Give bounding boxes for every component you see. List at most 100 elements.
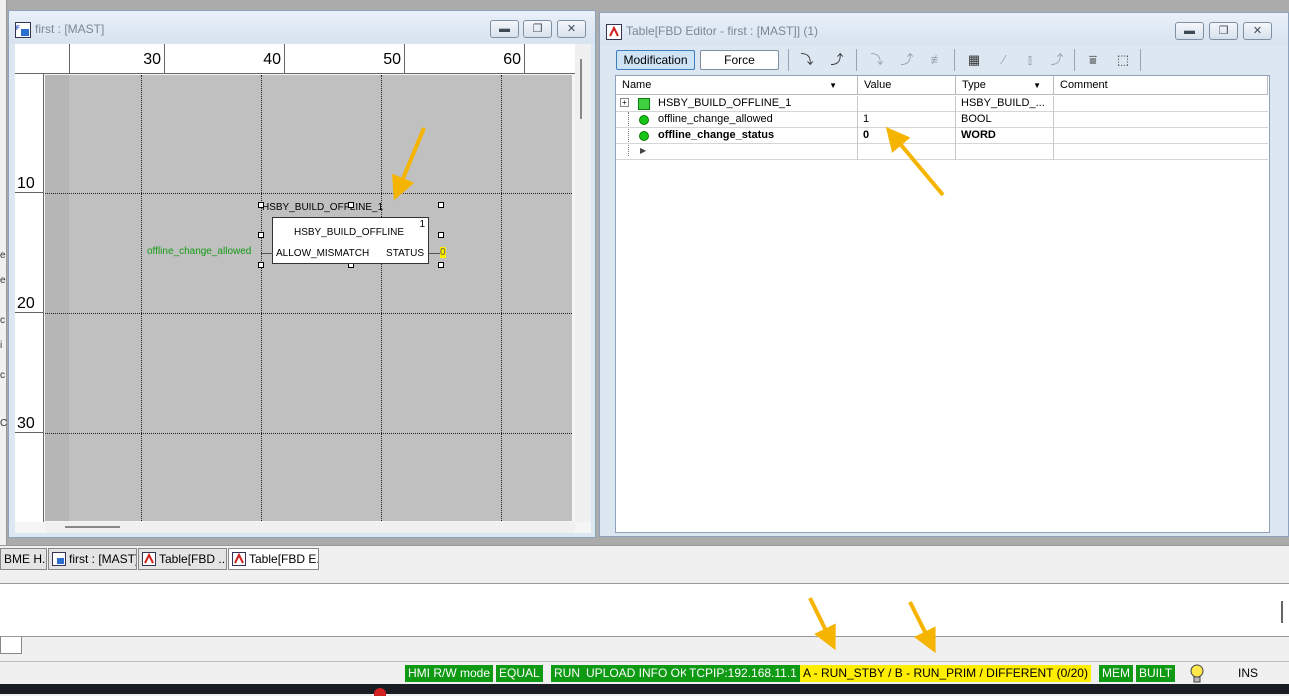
selection-handle[interactable] bbox=[348, 202, 354, 208]
tab-bme[interactable]: BME H... bbox=[0, 548, 47, 570]
cell-value[interactable]: 0 bbox=[858, 128, 956, 144]
status-tcpip: TCPIP:192.168.11.1 bbox=[686, 665, 800, 682]
notification-icon[interactable] bbox=[374, 688, 386, 696]
ruler-top: 30 40 50 60 bbox=[15, 44, 575, 74]
cell-comment[interactable] bbox=[1054, 96, 1268, 112]
dropdown-arrow-icon[interactable]: ▼ bbox=[1033, 81, 1041, 90]
table-options-icon[interactable]: ⩸ bbox=[1084, 52, 1102, 68]
close-button[interactable]: ✕ bbox=[1243, 22, 1272, 40]
grid-view-icon[interactable]: ▦ bbox=[965, 52, 983, 68]
cell-comment[interactable] bbox=[1054, 144, 1268, 160]
output-pane bbox=[0, 573, 1289, 656]
strip-char: c bbox=[0, 315, 5, 326]
table-window-titlebar[interactable]: Table[FBD Editor - first : [MAST]] (1) ▬… bbox=[600, 13, 1288, 45]
cell-type: WORD bbox=[956, 128, 1054, 144]
unforce-icon[interactable]: ≢ bbox=[928, 52, 946, 68]
fbd-editor-window[interactable]: F first : [MAST] ▬ ❐ ✕ 30 40 50 60 10 20… bbox=[8, 10, 596, 538]
pane-splitter[interactable] bbox=[1281, 601, 1283, 623]
minimize-button[interactable]: ▬ bbox=[490, 20, 519, 38]
tab-first-mast[interactable]: first : [MAST] bbox=[48, 548, 137, 570]
ruler-tick bbox=[69, 44, 70, 74]
scroll-thumb[interactable] bbox=[580, 59, 582, 119]
close-button[interactable]: ✕ bbox=[557, 20, 586, 38]
tab-label: BME H... bbox=[4, 552, 46, 566]
selection-handle[interactable] bbox=[438, 232, 444, 238]
vertical-scrollbar[interactable] bbox=[575, 44, 591, 522]
maximize-button[interactable]: ❐ bbox=[523, 20, 552, 38]
status-bar: HMI R/W mode EQUAL RUN UPLOAD INFO OK TC… bbox=[0, 661, 1289, 684]
cell-name[interactable] bbox=[653, 144, 858, 160]
column-header-comment[interactable]: Comment bbox=[1054, 76, 1268, 95]
falling-edge-icon[interactable]: ⤵ bbox=[798, 52, 816, 68]
ruler-tick bbox=[524, 44, 525, 74]
ruler-number: 30 bbox=[143, 51, 161, 68]
grid-line bbox=[45, 433, 572, 434]
cell-value[interactable] bbox=[858, 96, 956, 112]
table-icon bbox=[232, 552, 246, 566]
table-row[interactable]: offline_change_status 0 WORD bbox=[616, 128, 1268, 144]
toolbar-separator bbox=[1140, 49, 1141, 71]
multi-force-icon[interactable]: ⫾ bbox=[1021, 52, 1039, 68]
input-variable-label[interactable]: offline_change_allowed bbox=[147, 246, 251, 257]
fbd-canvas[interactable] bbox=[45, 75, 572, 521]
tab-label: Table[FBD ... bbox=[159, 552, 227, 566]
cell-name[interactable]: HSBY_BUILD_OFFLINE_1 bbox=[653, 96, 858, 112]
rising-edge-icon[interactable]: ⤴ bbox=[828, 52, 846, 68]
selection-handle[interactable] bbox=[258, 232, 264, 238]
table-row[interactable]: offline_change_allowed 1 BOOL bbox=[616, 112, 1268, 128]
set-falling-icon[interactable]: ⤵ bbox=[868, 52, 886, 68]
horizontal-scrollbar[interactable] bbox=[45, 522, 575, 533]
fbd-icon bbox=[52, 552, 66, 566]
cell-type: BOOL bbox=[956, 112, 1054, 128]
cell-name[interactable]: offline_change_status bbox=[653, 128, 858, 144]
output-window[interactable] bbox=[0, 583, 1289, 637]
dropdown-arrow-icon[interactable]: ▼ bbox=[829, 81, 837, 90]
table-toolbar: Modification Force ⤵ ⤴ ⤵ ⤴ ≢ ▦ ⁄ ⫾ ⤴ ⩸ ⬚ bbox=[608, 46, 1283, 74]
cell-comment[interactable] bbox=[1054, 112, 1268, 128]
tab-table-2[interactable]: Table[FBD E... bbox=[228, 548, 319, 570]
force-value-icon[interactable]: ⁄ bbox=[995, 52, 1013, 68]
set-rising-icon[interactable]: ⤴ bbox=[898, 52, 916, 68]
lightbulb-icon[interactable] bbox=[1189, 664, 1205, 684]
function-block[interactable]: 1 HSBY_BUILD_OFFLINE ALLOW_MISMATCH STAT… bbox=[272, 217, 429, 264]
cell-comment[interactable] bbox=[1054, 128, 1268, 144]
minimize-button[interactable]: ▬ bbox=[1175, 22, 1204, 40]
variable-table[interactable]: Name ▼ Value Type ▼ Comment + HSBY_BUILD… bbox=[615, 75, 1270, 533]
selection-handle[interactable] bbox=[258, 262, 264, 268]
strip-char: i bbox=[0, 340, 3, 351]
table-row[interactable]: + HSBY_BUILD_OFFLINE_1 HSBY_BUILD_... bbox=[616, 96, 1268, 112]
fb-exec-order: 1 bbox=[419, 219, 425, 230]
column-header-type[interactable]: Type ▼ bbox=[956, 76, 1054, 95]
animation-table-window[interactable]: Table[FBD Editor - first : [MAST]] (1) ▬… bbox=[599, 12, 1289, 537]
table-icon bbox=[142, 552, 156, 566]
select-area-icon[interactable]: ⬚ bbox=[1114, 52, 1132, 68]
cell-value[interactable] bbox=[858, 144, 956, 160]
output-tab[interactable] bbox=[0, 637, 22, 654]
column-header-label: Name bbox=[622, 79, 652, 91]
modification-button[interactable]: Modification bbox=[616, 50, 695, 70]
multi-edge-icon[interactable]: ⤴ bbox=[1048, 52, 1066, 68]
os-taskbar bbox=[0, 684, 1289, 694]
fbd-window-titlebar[interactable]: F first : [MAST] ▬ ❐ ✕ bbox=[9, 11, 595, 43]
window-tabs-bar: BME H... first : [MAST] Table[FBD ... Ta… bbox=[0, 545, 1289, 571]
scroll-thumb[interactable] bbox=[65, 526, 120, 528]
column-header-name[interactable]: Name ▼ bbox=[616, 76, 858, 95]
cell-name[interactable]: offline_change_allowed bbox=[653, 112, 858, 128]
table-row-new[interactable]: ▶ bbox=[616, 144, 1268, 160]
output-value-label[interactable]: 0 bbox=[440, 247, 446, 258]
selection-handle[interactable] bbox=[438, 262, 444, 268]
selection-handle[interactable] bbox=[438, 202, 444, 208]
variable-status-icon bbox=[639, 115, 649, 125]
column-header-value[interactable]: Value bbox=[858, 76, 956, 95]
fbd-editor-area[interactable]: 30 40 50 60 10 20 30 bbox=[15, 44, 591, 533]
expand-icon[interactable]: + bbox=[620, 98, 629, 107]
tab-table-1[interactable]: Table[FBD ... bbox=[138, 548, 227, 570]
cell-value[interactable]: 1 bbox=[858, 112, 956, 128]
maximize-button[interactable]: ❐ bbox=[1209, 22, 1238, 40]
ruler-left: 10 20 30 bbox=[15, 74, 44, 522]
selection-handle[interactable] bbox=[258, 202, 264, 208]
force-button[interactable]: Force bbox=[700, 50, 779, 70]
fb-instance-name[interactable]: HSBY_BUILD_OFFLINE_1 bbox=[262, 202, 383, 213]
ruler-tick bbox=[284, 44, 285, 74]
ruler-tick bbox=[164, 44, 165, 74]
